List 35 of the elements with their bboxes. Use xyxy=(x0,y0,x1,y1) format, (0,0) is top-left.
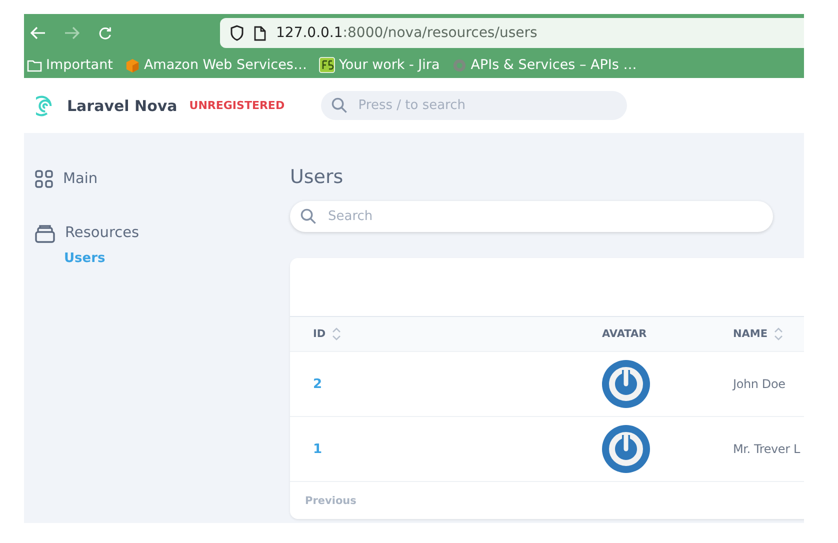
avatar-icon xyxy=(602,360,650,408)
sort-icon[interactable] xyxy=(332,327,341,341)
table-cell: John Doe xyxy=(733,377,786,391)
sidebar-heading[interactable]: Main xyxy=(63,171,98,187)
bookmark-link[interactable]: Amazon Web Services… xyxy=(124,57,307,73)
bookmark-link[interactable]: Important xyxy=(27,57,113,73)
stack-icon xyxy=(35,224,55,242)
back-icon[interactable] xyxy=(30,26,46,40)
reload-icon[interactable] xyxy=(98,26,113,40)
search-icon xyxy=(331,97,348,114)
sidebar-item[interactable]: Users xyxy=(64,251,290,269)
sidebar-heading[interactable]: Resources xyxy=(65,225,140,241)
forward-icon[interactable] xyxy=(64,26,80,40)
search-icon xyxy=(300,208,317,225)
column-header: AVATAR xyxy=(602,328,647,340)
page-title: Users xyxy=(290,166,344,190)
column-header[interactable]: ID xyxy=(313,328,326,340)
brand-name: Laravel Nova xyxy=(67,96,178,114)
sort-icon[interactable] xyxy=(774,327,783,341)
folder-icon xyxy=(27,58,42,72)
resource-search-field[interactable]: Search xyxy=(290,201,773,232)
id-link[interactable]: 1 xyxy=(313,442,322,456)
id-link[interactable]: 2 xyxy=(313,376,322,392)
page-icon xyxy=(254,26,266,40)
avatar-icon xyxy=(602,425,650,473)
table-cell: Mr. Trever L xyxy=(733,442,800,456)
badge-icon xyxy=(318,57,335,73)
unregistered-label: UNREGISTERED xyxy=(189,99,286,112)
cube-icon xyxy=(124,58,140,72)
bookmark-link[interactable]: Your work - Jira xyxy=(318,57,440,73)
column-header[interactable]: NAME xyxy=(733,328,768,340)
shield-icon[interactable] xyxy=(230,25,244,41)
bookmark-link[interactable]: APIs & Services – APIs … xyxy=(452,57,637,73)
global-search-field[interactable]: Press / to search xyxy=(321,91,628,120)
grid-icon xyxy=(35,170,53,188)
